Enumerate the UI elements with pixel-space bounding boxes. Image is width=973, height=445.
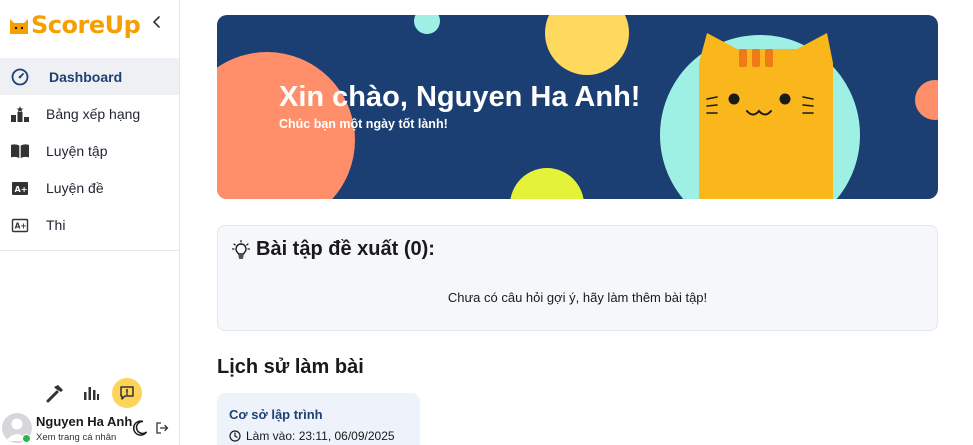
- history-title: Lịch sử làm bài: [217, 356, 364, 378]
- clock-icon: [229, 430, 241, 442]
- collapse-sidebar-button[interactable]: [148, 12, 166, 32]
- podium-icon: [10, 104, 30, 124]
- cat-logo-icon: [10, 19, 28, 34]
- user-name: Nguyen Ha Anh: [36, 414, 133, 429]
- logout-button[interactable]: [155, 421, 169, 435]
- sidebar-item-exam-practice[interactable]: A+ Luyện đề: [0, 169, 179, 206]
- history-card-time-text: Làm vào: 23:11, 06/09/2025: [246, 429, 395, 443]
- sidebar-item-test[interactable]: A+ Thi: [0, 206, 179, 243]
- suggested-exercises-title: Bài tập đề xuất (0):: [256, 238, 435, 260]
- tool-bar: [40, 378, 148, 408]
- suggested-exercises-empty-text: Chưa có câu hỏi gợi ý, hãy làm thêm bài …: [447, 290, 708, 305]
- sidebar-item-practice[interactable]: Luyện tập: [0, 132, 179, 169]
- main-nav: Dashboard Bảng xếp hạng Luyện tập A+ Luy…: [0, 58, 179, 243]
- svg-text:A+: A+: [15, 221, 27, 230]
- sidebar-item-label: Bảng xếp hạng: [46, 105, 141, 122]
- sidebar-item-leaderboard[interactable]: Bảng xếp hạng: [0, 95, 179, 132]
- lightbulb-icon: [232, 239, 250, 259]
- feedback-icon: [120, 386, 134, 400]
- sidebar: ScoreUp Dashboard Bảng xếp hạng Luyện tậ…: [0, 0, 180, 445]
- test-icon: A+: [10, 215, 30, 235]
- history-card-time: Làm vào: 23:11, 06/09/2025: [229, 429, 395, 443]
- history-card-title: Cơ sở lập trình: [229, 407, 323, 422]
- hammer-icon: [46, 385, 63, 403]
- moon-icon: [132, 420, 148, 436]
- logout-icon: [156, 422, 169, 434]
- bar-chart-icon: [84, 387, 99, 400]
- banner-title: Xin chào, Nguyen Ha Anh!: [279, 81, 641, 113]
- hammer-button[interactable]: [40, 378, 70, 408]
- cat-mascot: [699, 33, 833, 199]
- statistics-button[interactable]: [76, 378, 106, 408]
- svg-text:A+: A+: [15, 185, 28, 194]
- user-profile[interactable]: Nguyen Ha Anh Xem trang cá nhân: [0, 410, 179, 445]
- welcome-banner: Xin chào, Nguyen Ha Anh! Chúc bạn một ng…: [217, 15, 938, 199]
- online-status-dot: [22, 434, 31, 443]
- view-profile-link[interactable]: Xem trang cá nhân: [36, 432, 116, 443]
- book-icon: [10, 141, 30, 161]
- gauge-icon: [10, 67, 30, 87]
- logo[interactable]: ScoreUp: [8, 8, 141, 42]
- exam-icon: A+: [10, 178, 30, 198]
- sidebar-item-label: Dashboard: [49, 68, 123, 85]
- sidebar-item-dashboard[interactable]: Dashboard: [0, 58, 179, 95]
- sidebar-item-label: Luyện đề: [46, 179, 104, 196]
- banner-subtitle: Chúc bạn một ngày tốt lành!: [279, 117, 448, 131]
- theme-toggle-button[interactable]: [131, 419, 149, 437]
- suggested-exercises-panel: Bài tập đề xuất (0): Chưa có câu hỏi gợi…: [217, 225, 938, 331]
- sidebar-item-label: Luyện tập: [46, 142, 108, 159]
- chevron-left-icon: [152, 16, 160, 28]
- nav-divider: [0, 250, 179, 251]
- history-card[interactable]: Cơ sở lập trình Làm vào: 23:11, 06/09/20…: [217, 393, 420, 445]
- suggested-exercises-header: Bài tập đề xuất (0):: [232, 238, 435, 261]
- sidebar-item-label: Thi: [46, 216, 66, 233]
- logo-text: ScoreUp: [31, 11, 141, 39]
- feedback-button[interactable]: [112, 378, 142, 408]
